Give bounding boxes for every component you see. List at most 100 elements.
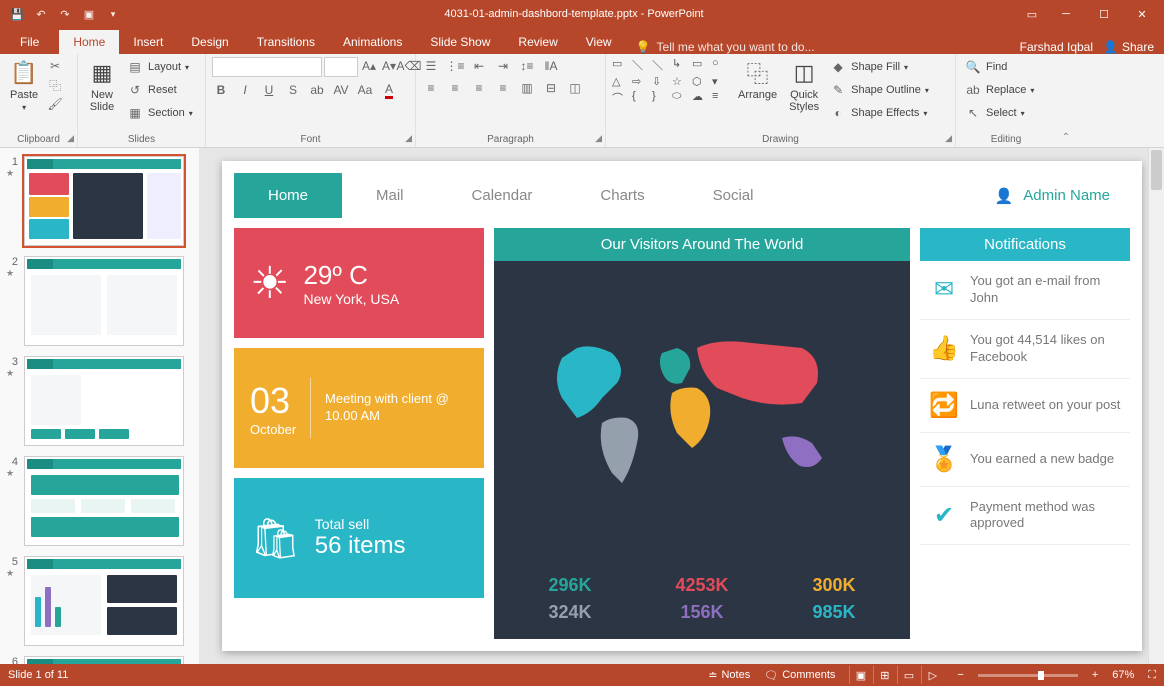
comments-button[interactable]: 🗨Comments [764,669,835,682]
cut-icon[interactable]: ✂ [46,57,64,75]
dash-tab-social[interactable]: Social [679,173,788,218]
tab-insert[interactable]: Insert [119,30,177,54]
shape-brace2-icon[interactable]: } [652,90,670,106]
shape-expand-icon[interactable]: ≡ [712,90,730,106]
justify-icon[interactable]: ≡ [494,79,512,97]
indent-inc-icon[interactable]: ⇥ [494,57,512,75]
close-icon[interactable]: ✕ [1124,0,1160,28]
bullets-icon[interactable]: ☰ [422,57,440,75]
find-button[interactable]: 🔍Find [962,57,1036,77]
italic-icon[interactable]: I [236,81,254,99]
slide-counter[interactable]: Slide 1 of 11 [8,669,68,681]
align-left-icon[interactable]: ≡ [422,79,440,97]
font-size-combo[interactable] [324,57,358,77]
section-button[interactable]: ▦Section▾ [124,103,195,123]
minimize-icon[interactable]: ─ [1048,0,1084,28]
case-icon[interactable]: Aa [356,81,374,99]
shape-textbox-icon[interactable]: ▭ [612,57,630,73]
align-text-icon[interactable]: ⊟ [542,79,560,97]
tab-review[interactable]: Review [504,30,571,54]
maximize-icon[interactable]: ☐ [1086,0,1122,28]
strikethrough-icon[interactable]: S [284,81,302,99]
account-name[interactable]: Farshad Iqbal [1020,40,1093,54]
vertical-scrollbar[interactable] [1148,148,1164,664]
paragraph-launcher-icon[interactable]: ◢ [595,133,602,144]
shape-hex-icon[interactable]: ⬡ [692,75,710,88]
arrange-button[interactable]: ⿻Arrange [734,57,781,103]
shape-fill-button[interactable]: ◆Shape Fill▾ [827,57,931,77]
sorter-view-icon[interactable]: ⊞ [873,666,895,684]
bold-icon[interactable]: B [212,81,230,99]
thumb-4[interactable]: 4★ [6,456,193,546]
replace-button[interactable]: abReplace▾ [962,80,1036,100]
thumb-5[interactable]: 5★ [6,556,193,646]
shape-callout-icon[interactable]: ⬭ [672,90,690,106]
tab-home[interactable]: Home [59,30,119,54]
shape-curve-icon[interactable]: ⌒ [612,90,630,106]
ribbon-options-icon[interactable]: ▭ [1018,0,1046,28]
slideshow-view-icon[interactable]: ▷ [921,666,943,684]
reset-button[interactable]: ↺Reset [124,80,195,100]
font-color-icon[interactable]: A [380,81,398,99]
dash-tab-charts[interactable]: Charts [566,173,678,218]
reading-view-icon[interactable]: ▭ [897,666,919,684]
shadow-icon[interactable]: ab [308,81,326,99]
zoom-slider[interactable] [978,674,1078,677]
columns-icon[interactable]: ▥ [518,79,536,97]
slide-canvas[interactable]: Home Mail Calendar Charts Social 👤 Admin… [222,161,1142,651]
tab-view[interactable]: View [572,30,626,54]
tab-animations[interactable]: Animations [329,30,416,54]
paste-button[interactable]: 📋 Paste ▾ [6,57,42,114]
copy-icon[interactable]: ⿻ [46,76,64,94]
tab-transitions[interactable]: Transitions [243,30,329,54]
tab-file[interactable]: File [0,30,59,54]
align-right-icon[interactable]: ≡ [470,79,488,97]
increase-font-icon[interactable]: A▴ [360,57,378,75]
smartart-icon[interactable]: ◫ [566,79,584,97]
clipboard-launcher-icon[interactable]: ◢ [67,133,74,144]
underline-icon[interactable]: U [260,81,278,99]
slideshow-qat-icon[interactable]: ▣ [80,5,98,23]
shape-line2-icon[interactable]: ＼ [652,57,670,73]
numbering-icon[interactable]: ⋮≡ [446,57,464,75]
select-button[interactable]: ↖Select▾ [962,103,1036,123]
indent-dec-icon[interactable]: ⇤ [470,57,488,75]
line-spacing-icon[interactable]: ↕≡ [518,57,536,75]
thumb-2[interactable]: 2★ [6,256,193,346]
zoom-in-icon[interactable]: + [1092,669,1098,681]
align-center-icon[interactable]: ≡ [446,79,464,97]
qat-more-icon[interactable]: ▾ [104,5,122,23]
thumb-3[interactable]: 3★ [6,356,193,446]
shape-oval-icon[interactable]: ○ [712,57,730,73]
shape-outline-button[interactable]: ✎Shape Outline▾ [827,80,931,100]
shape-rect-icon[interactable]: ▭ [692,57,710,73]
shape-arrow2-icon[interactable]: ⇩ [652,75,670,88]
save-icon[interactable]: 💾 [8,5,26,23]
shape-star-icon[interactable]: ☆ [672,75,690,88]
shape-more-icon[interactable]: ▾ [712,75,730,88]
dash-tab-calendar[interactable]: Calendar [438,173,567,218]
shape-arrow-icon[interactable]: ⇨ [632,75,650,88]
zoom-out-icon[interactable]: − [957,669,963,681]
shape-line-icon[interactable]: ＼ [632,57,650,73]
spacing-icon[interactable]: AV [332,81,350,99]
zoom-level[interactable]: 67% [1112,669,1134,681]
notes-button[interactable]: ≐Notes [708,669,750,682]
redo-icon[interactable]: ↷ [56,5,74,23]
share-button[interactable]: 👤 Share [1103,40,1154,54]
text-direction-icon[interactable]: ‖A [542,57,560,75]
shape-connector-icon[interactable]: ↳ [672,57,690,73]
slide-thumbnails-panel[interactable]: 1★ 2★ 3★ [0,148,200,664]
thumb-1[interactable]: 1★ [6,156,193,246]
shapes-gallery[interactable]: ▭＼＼↳▭○ △⇨⇩☆⬡▾ ⌒{}⬭☁≡ [612,57,730,106]
tab-design[interactable]: Design [177,30,242,54]
shape-effects-button[interactable]: ◐Shape Effects▾ [827,103,931,123]
layout-button[interactable]: ▤Layout▾ [124,57,195,77]
fit-window-icon[interactable]: ⛶ [1148,669,1156,682]
shape-triangle-icon[interactable]: △ [612,75,630,88]
quick-styles-button[interactable]: ◫Quick Styles [785,57,823,115]
shape-cloud-icon[interactable]: ☁ [692,90,710,106]
new-slide-button[interactable]: ▦ New Slide [84,57,120,115]
tell-me-search[interactable]: 💡 Tell me what you want to do... [636,40,1020,54]
font-launcher-icon[interactable]: ◢ [405,133,412,144]
